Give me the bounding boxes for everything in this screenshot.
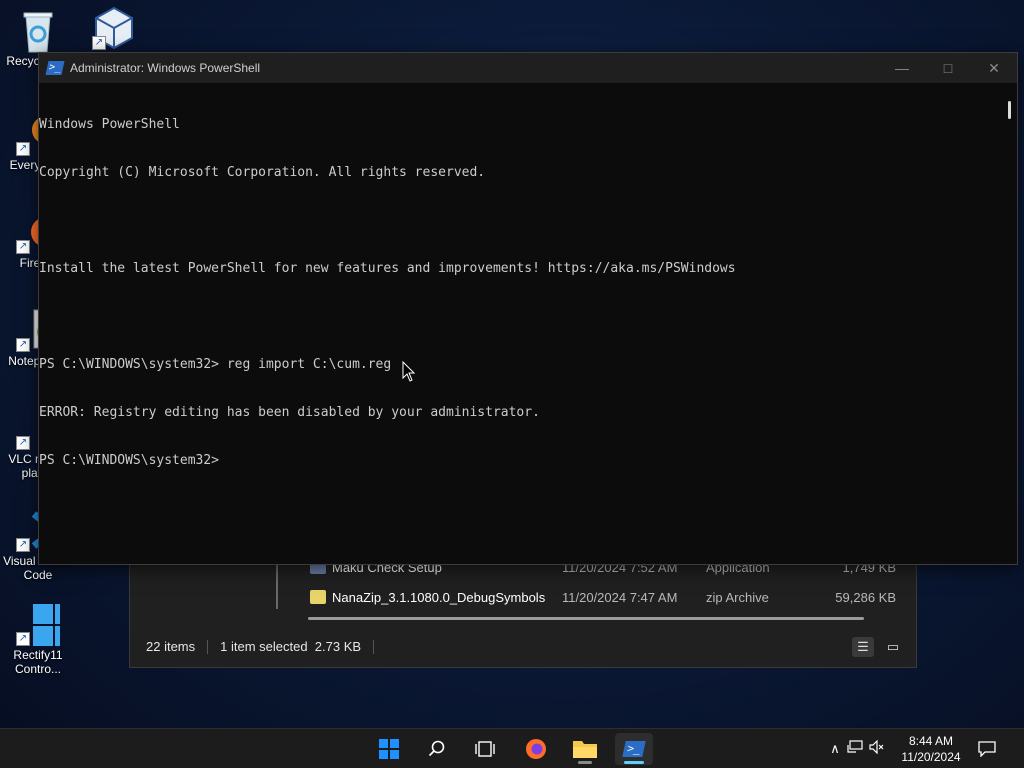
- firefox-icon: [526, 739, 546, 759]
- start-button[interactable]: [370, 733, 408, 765]
- console-line: PS C:\WINDOWS\system32> reg import C:\cu…: [39, 357, 392, 372]
- mouse-pointer-icon: [402, 360, 416, 388]
- taskbar-file-explorer[interactable]: [566, 733, 604, 765]
- network-icon[interactable]: [844, 739, 866, 759]
- powershell-icon: >_: [622, 741, 646, 757]
- selection-info: 1 item selected 2.73 KB: [220, 639, 362, 654]
- clock[interactable]: 8:44 AM 11/20/2024: [886, 733, 976, 765]
- console-line: Windows PowerShell: [39, 117, 180, 132]
- file-type: zip Archive: [706, 589, 769, 605]
- notification-icon: [978, 741, 996, 757]
- windows-logo-icon: [379, 739, 399, 759]
- file-name: NanaZip_3.1.1080.0_DebugSymbols: [332, 589, 546, 605]
- virtualbox-icon: ↗: [92, 6, 136, 50]
- notifications-button[interactable]: [976, 729, 998, 768]
- shortcut-arrow-icon: ↗: [16, 142, 30, 156]
- search-button[interactable]: [418, 733, 456, 765]
- powershell-window[interactable]: >_ Administrator: Windows PowerShell — □…: [38, 52, 1018, 565]
- clock-time: 8:44 AM: [908, 734, 954, 748]
- recycle-bin-icon: [16, 8, 60, 53]
- console-line: Copyright (C) Microsoft Corporation. All…: [39, 165, 486, 180]
- system-tray: ∧: [826, 729, 888, 768]
- file-date: 11/20/2024 7:47 AM: [562, 589, 678, 605]
- status-separator: [207, 639, 209, 654]
- maximize-button[interactable]: □: [925, 53, 971, 83]
- shortcut-arrow-icon: ↗: [16, 538, 30, 552]
- console-line: Install the latest PowerShell for new fe…: [39, 261, 736, 276]
- horizontal-scrollbar[interactable]: [308, 617, 864, 620]
- window-title: Administrator: Windows PowerShell: [70, 61, 261, 75]
- large-icons-view-icon[interactable]: ▭: [882, 637, 904, 657]
- search-icon: [428, 740, 445, 757]
- close-button[interactable]: ✕: [971, 53, 1017, 83]
- vertical-scrollbar[interactable]: [1008, 101, 1011, 119]
- shortcut-arrow-icon: ↗: [92, 36, 106, 50]
- taskbar: >_ ∧ 8:44 AM 11/20/2024: [0, 728, 1024, 768]
- shortcut-arrow-icon: ↗: [16, 436, 30, 450]
- desktop-icon-label: Rectify11 Contro...: [13, 648, 63, 676]
- taskbar-powershell[interactable]: >_: [615, 733, 653, 765]
- status-separator: [373, 639, 375, 654]
- desktop-icon-virtualbox[interactable]: ↗: [76, 6, 152, 52]
- task-view-icon: [475, 741, 495, 757]
- desktop-icon-rectify11[interactable]: ↗ Rectify11 Contro...: [0, 602, 76, 676]
- file-row[interactable]: NanaZip_3.1.1080.0_DebugSymbols 11/20/20…: [310, 586, 900, 608]
- shortcut-arrow-icon: ↗: [16, 338, 30, 352]
- console-output[interactable]: Windows PowerShell Copyright (C) Microso…: [39, 83, 1001, 564]
- file-explorer-window[interactable]: Maku Check Setup 11/20/2024 7:52 AM Appl…: [129, 548, 917, 668]
- minimize-button[interactable]: —: [879, 53, 925, 83]
- rectify11-icon: ↗: [16, 602, 75, 646]
- details-view-icon[interactable]: ☰: [852, 637, 874, 657]
- item-count: 22 items: [146, 639, 196, 654]
- console-prompt: PS C:\WINDOWS\system32>: [39, 453, 220, 468]
- shortcut-arrow-icon: ↗: [16, 240, 30, 254]
- folder-icon: [573, 741, 597, 758]
- console-line: ERROR: Registry editing has been disable…: [39, 405, 540, 420]
- clock-date: 11/20/2024: [901, 750, 961, 764]
- zip-archive-icon: [310, 590, 326, 604]
- file-size: 59,286 KB: [835, 589, 896, 605]
- powershell-icon: >_: [45, 61, 65, 75]
- status-bar: 22 items 1 item selected 2.73 KB: [146, 639, 375, 654]
- taskbar-firefox[interactable]: [517, 733, 555, 765]
- window-titlebar[interactable]: >_ Administrator: Windows PowerShell — □…: [39, 53, 1017, 83]
- shortcut-arrow-icon: ↗: [16, 632, 30, 646]
- volume-muted-icon[interactable]: [866, 739, 888, 759]
- show-hidden-icons-chevron-icon[interactable]: ∧: [826, 741, 844, 757]
- task-view-button[interactable]: [466, 733, 504, 765]
- view-switcher: ☰ ▭: [852, 637, 904, 657]
